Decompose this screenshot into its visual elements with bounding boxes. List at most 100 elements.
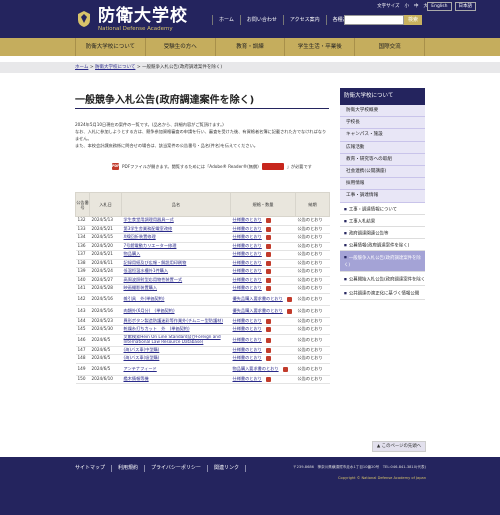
pdf-icon[interactable] [265,269,271,275]
cell-item-name[interactable]: X線回折装置修理 [121,233,231,243]
sidebar-item-community[interactable]: 社会連携(公開講座) [340,165,425,179]
cell-spec[interactable]: 仕様書のとおり [230,216,296,226]
sidebar-item-principal[interactable]: 学校長 [340,117,425,130]
search-input[interactable] [344,15,404,25]
cell-spec[interactable]: 優先品購入要求書のとおり [230,305,296,318]
item-name-link[interactable]: (海)バス車(吸型購) [124,355,160,361]
cell-item-name[interactable]: 物品購入 [121,250,231,260]
sidebar-sub-offering-bid[interactable]: 公募開始入札公告(政府調達案件を除く) [340,272,425,287]
page-top-button[interactable]: ▲ このページの先頭へ [372,441,426,452]
item-name-link[interactable]: 艦木情報等機 [124,376,149,381]
cell-item-name[interactable]: 第3学生舎業務配電室改修 [121,225,231,234]
pdf-icon[interactable] [265,376,271,382]
spec-link[interactable]: 物品購入要求書のとおり [233,366,279,372]
footer-link-related[interactable]: 関連リンク [208,465,246,472]
cell-spec[interactable]: 仕様書のとおり [230,325,296,335]
cell-item-name[interactable]: 異形ボタン製造防護迷彩等作業外(チムニー型防護材) [121,317,231,326]
cell-spec[interactable]: 仕様書のとおり [230,346,296,355]
global-nav-applicants[interactable]: 受験生の方へ [144,38,215,56]
item-name-link[interactable]: 物品購入 [124,251,141,257]
pdf-icon[interactable] [265,260,271,266]
item-name-link[interactable]: 乾燥糸打ちカット 外 (単価契約) [124,326,190,332]
item-name-link[interactable]: (海)バス車(中型購) [124,347,160,352]
pdf-icon[interactable] [265,286,271,292]
cell-item-name[interactable]: 艦木情報等機 [121,375,231,384]
sidebar-sub-general-bid[interactable]: 一般競争入札公告(政府調達案件を除く) [340,251,425,273]
item-name-link[interactable]: 高周波照射型応用物性装置一式 [124,277,183,282]
sidebar-sub-public-offering[interactable]: 公募情報(政府調達案件を除く) [340,239,425,252]
item-name-link[interactable]: アンテナフィード [124,366,157,371]
cell-spec[interactable]: 仕様書のとおり [230,276,296,285]
spec-link[interactable]: 優先品購入要求書のとおり [233,308,283,314]
cell-item-name[interactable]: (海)バス車(中型購) [121,346,231,355]
cell-spec[interactable]: 仕様書のとおり [230,334,296,347]
cell-item-name[interactable]: 文献検索Hein On Line Standard及びForeign and I… [121,334,231,347]
pdf-icon[interactable] [265,318,271,324]
sidebar-sub-gov-procurement[interactable]: 政府調達関連公告等 [340,226,425,240]
spec-link[interactable]: 仕様書のとおり [233,243,262,249]
pdf-icon[interactable] [265,356,271,362]
item-name-link[interactable]: 低温恒温水槽外1件購入 [124,268,169,274]
sidebar-item-procurement[interactable]: 工事・調達情報 [340,190,425,203]
global-nav-education[interactable]: 教育・訓練 [214,38,285,56]
breadcrumb-home[interactable]: ホーム [75,65,88,70]
breadcrumb-about[interactable]: 防衛大学校について [95,65,135,70]
cell-spec[interactable]: 仕様書のとおり [230,225,296,234]
pdf-icon[interactable] [265,226,271,232]
pdf-icon[interactable] [265,243,271,249]
footer-link-sitemap[interactable]: サイトマップ [75,465,113,472]
cell-spec[interactable]: 仕様書のとおり [230,284,296,294]
cell-item-name[interactable]: 低温恒温水槽外1件購入 [121,267,231,277]
spec-link[interactable]: 仕様書のとおり [233,269,262,274]
item-name-link[interactable]: 異形ボタン製造防護迷彩等作業外(チムニー型防護材) [124,318,224,323]
lang-japanese[interactable]: 日本語 [454,2,476,11]
cell-item-name[interactable]: 雑引具 外(単価契約) [121,293,231,306]
cell-spec[interactable]: 仕様書のとおり [230,375,296,384]
sidebar-item-recruitment[interactable]: 採用情報 [340,178,425,191]
item-name-link[interactable]: 映画撮影装置購入 [124,285,158,291]
item-name-link[interactable]: 雑引具 外(単価契約) [124,296,165,301]
cell-item-name[interactable]: 乾燥糸打ちカット 外 (単価契約) [121,325,231,335]
cell-item-name[interactable]: 映画撮影装置購入 [121,284,231,294]
spec-link[interactable]: 仕様書のとおり [233,356,262,361]
pdf-icon[interactable] [265,277,271,283]
spec-link[interactable]: 仕様書のとおり [233,260,262,266]
pdf-icon[interactable] [286,296,292,302]
cell-spec[interactable]: 仕様書のとおり [230,233,296,243]
cell-spec[interactable]: 物品購入要求書のとおり [230,363,296,376]
sidebar-sub-bid-results[interactable]: 工事入札結果 [340,214,425,227]
cell-spec[interactable]: 仕様書のとおり [230,317,296,326]
spec-link[interactable]: 仕様書のとおり [233,235,262,240]
cell-item-name[interactable]: 肉類外(6月分) (単価契約) [121,305,231,318]
cell-item-name[interactable]: 学生食堂用調理用器具一式 [121,216,231,226]
sidebar-sub-procurement-about[interactable]: 工事・調達情報について [340,202,425,215]
cell-spec[interactable]: 仕様書のとおり [230,354,296,364]
cell-item-name[interactable]: アンテナフィード [121,363,231,376]
sidebar-heading[interactable]: 防衛大学校について [340,88,425,105]
item-name-link[interactable]: X線回折装置修理 [124,234,156,240]
sidebar-item-campus[interactable]: キャンパス・施設 [340,129,425,142]
sidebar-sub-disclosure[interactable]: 公共調達の適正化に基づく情報公開 [340,286,425,301]
spec-link[interactable]: 仕様書のとおり [233,286,262,291]
spec-link[interactable]: 仕様書のとおり [233,327,262,332]
font-size-small[interactable]: 小 [405,3,410,11]
spec-link[interactable]: 仕様書のとおり [233,277,262,283]
global-nav-international[interactable]: 国際交流 [354,38,425,56]
item-name-link[interactable]: 記録用紙及び広報・解説用印刷物 [124,260,187,265]
academy-emblem-icon[interactable] [76,10,92,28]
spec-link[interactable]: 仕様書のとおり [233,226,262,232]
spec-link[interactable]: 仕様書のとおり [233,337,262,343]
adobe-reader-icon[interactable] [261,163,284,170]
sidebar-item-pr[interactable]: 広報活動 [340,141,425,154]
cell-item-name[interactable]: 高周波照射型応用物性装置一式 [121,276,231,285]
pdf-icon[interactable] [265,218,271,224]
cell-spec[interactable]: 仕様書のとおり [230,267,296,277]
spec-link[interactable]: 仕様書のとおり [233,218,262,223]
spec-link[interactable]: 仕様書のとおり [233,252,262,257]
sidebar-item-overview[interactable]: 防衛大学校概要 [340,105,425,118]
cell-item-name[interactable]: (海)バス車(吸型購) [121,354,231,364]
footer-link-terms[interactable]: 利用規約 [112,465,146,472]
item-name-link[interactable]: 7号館電動カリエーター修理 [124,243,177,248]
site-logo-title[interactable]: 防衛大学校 [98,7,188,25]
lang-english[interactable]: English [427,2,452,11]
